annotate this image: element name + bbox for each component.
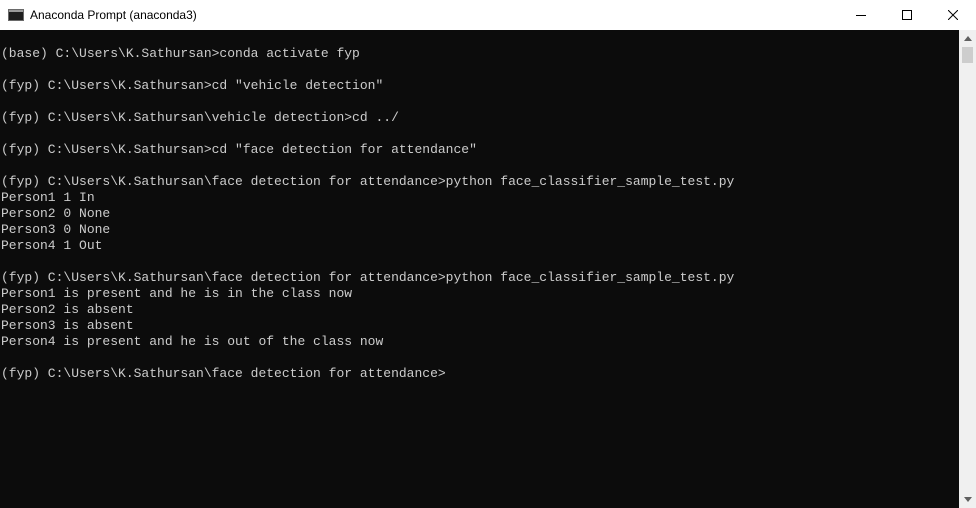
console-line: (fyp) C:\Users\K.Sathursan\vehicle detec…	[1, 110, 399, 125]
console-line: (base) C:\Users\K.Sathursan>conda activa…	[1, 46, 360, 61]
console-line: Person3 0 None	[1, 222, 111, 237]
minimize-button[interactable]	[838, 0, 884, 30]
console-line: (fyp) C:\Users\K.Sathursan\face detectio…	[1, 270, 735, 285]
maximize-button[interactable]	[884, 0, 930, 30]
console-line: (fyp) C:\Users\K.Sathursan>cd "face dete…	[1, 142, 477, 157]
console-line: Person3 is absent	[1, 318, 134, 333]
scroll-up-button[interactable]	[959, 30, 976, 47]
console-line: Person4 1 Out	[1, 238, 103, 253]
console-line: (fyp) C:\Users\K.Sathursan\face detectio…	[1, 366, 446, 381]
scroll-thumb[interactable]	[962, 47, 973, 63]
console-line: Person1 is present and he is in the clas…	[1, 286, 353, 301]
maximize-icon	[902, 10, 912, 20]
console-line: Person1 1 In	[1, 190, 95, 205]
chevron-down-icon	[963, 497, 972, 502]
chevron-up-icon	[963, 36, 972, 41]
window-title: Anaconda Prompt (anaconda3)	[30, 8, 197, 22]
console-line: Person2 is absent	[1, 302, 134, 317]
console-window-icon	[8, 9, 24, 21]
console-output[interactable]: (base) C:\Users\K.Sathursan>conda activa…	[0, 30, 959, 508]
console-line: Person2 0 None	[1, 206, 111, 221]
minimize-icon	[856, 15, 866, 16]
scroll-down-button[interactable]	[959, 491, 976, 508]
console-line: (fyp) C:\Users\K.Sathursan>cd "vehicle d…	[1, 78, 384, 93]
console-line: Person4 is present and he is out of the …	[1, 334, 384, 349]
vertical-scrollbar[interactable]	[959, 30, 976, 508]
console-line: (fyp) C:\Users\K.Sathursan\face detectio…	[1, 174, 735, 189]
anaconda-prompt-window: Anaconda Prompt (anaconda3) (base) C:\Us…	[0, 0, 976, 508]
close-button[interactable]	[930, 0, 976, 30]
window-controls	[838, 0, 976, 30]
close-icon	[948, 10, 958, 20]
title-bar[interactable]: Anaconda Prompt (anaconda3)	[0, 0, 976, 30]
